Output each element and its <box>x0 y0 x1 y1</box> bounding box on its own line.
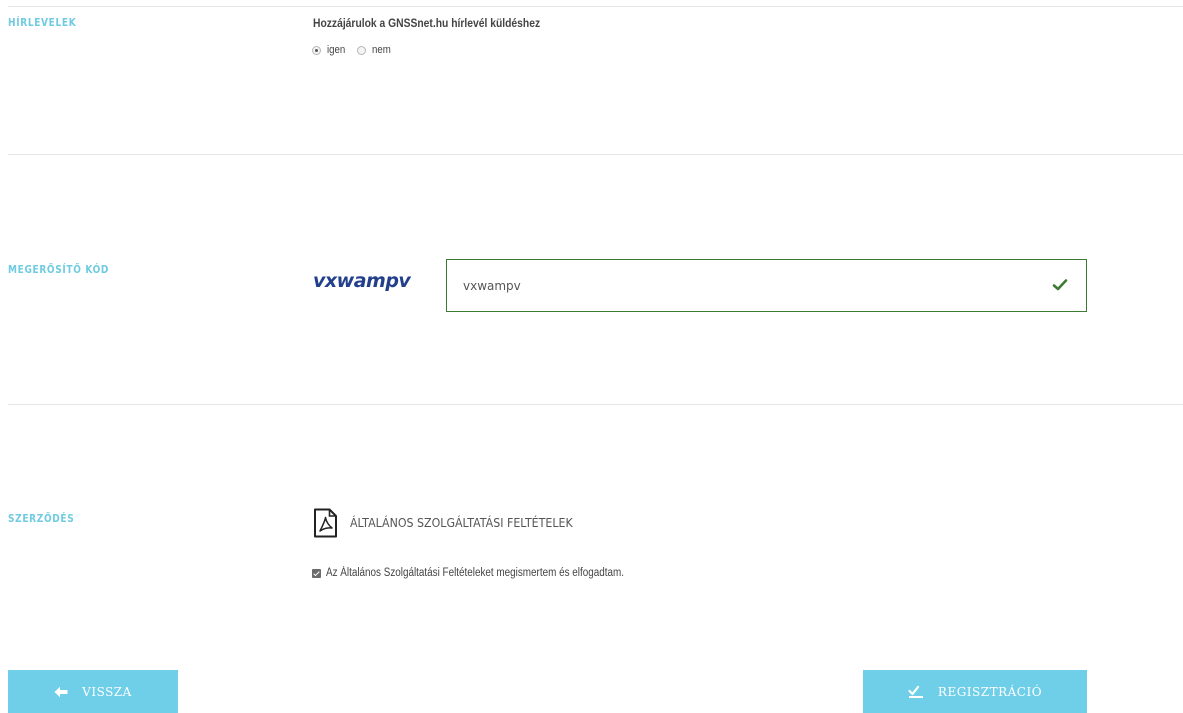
pdf-icon[interactable] <box>313 508 338 538</box>
section-title-newsletter: HÍRLEVELEK <box>8 16 77 29</box>
captcha-input[interactable] <box>447 260 1053 311</box>
back-button[interactable]: VISSZA <box>8 670 178 713</box>
accept-terms-checkbox[interactable] <box>312 569 321 578</box>
terms-link[interactable]: ÁLTALÁNOS SZOLGÁLTATÁSI FELTÉTELEK <box>350 516 573 530</box>
section-title-contract: SZERZŐDÉS <box>8 512 75 525</box>
divider-newsletter <box>8 154 1183 155</box>
accept-terms-label[interactable]: Az Általános Szolgáltatási Feltételeket … <box>326 567 624 579</box>
signature-icon <box>908 685 923 698</box>
newsletter-radio-group: igen nem <box>312 44 402 56</box>
check-icon <box>1052 279 1068 291</box>
arrow-left-icon <box>54 686 68 697</box>
captcha-image: vxwampv <box>313 270 411 292</box>
captcha-field[interactable] <box>446 259 1087 312</box>
register-button-label: REGISZTRÁCIÓ <box>937 684 1043 699</box>
section-title-captcha: MEGERŐSÍTŐ KÓD <box>8 263 110 276</box>
back-button-label: VISSZA <box>82 684 132 699</box>
newsletter-consent-label: Hozzájárulok a GNSSnet.hu hírlevél küldé… <box>313 16 541 30</box>
register-button[interactable]: REGISZTRÁCIÓ <box>863 670 1087 713</box>
radio-nem[interactable] <box>356 45 366 55</box>
radio-igen[interactable] <box>312 45 321 55</box>
radio-igen-label[interactable]: igen <box>327 44 345 56</box>
divider-captcha <box>8 404 1183 405</box>
radio-nem-label[interactable]: nem <box>372 44 391 56</box>
divider-top <box>8 6 1183 7</box>
